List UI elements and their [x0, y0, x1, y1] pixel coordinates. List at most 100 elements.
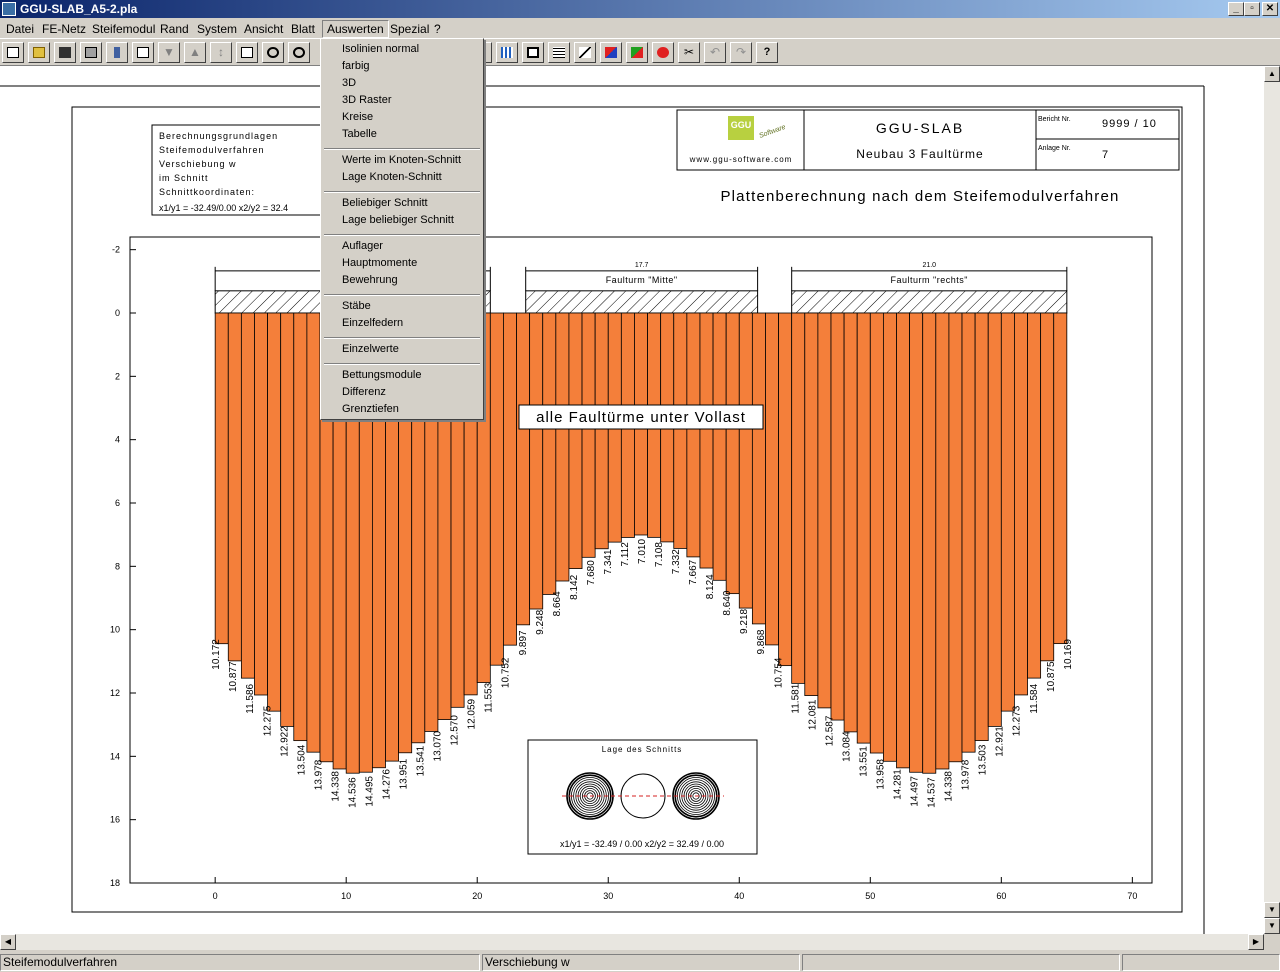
- menu-item-lage-beliebiger-schnitt[interactable]: Lage beliebiger Schnitt: [342, 213, 454, 228]
- grid-icon[interactable]: [548, 42, 570, 63]
- maximize-button[interactable]: ▫: [1244, 2, 1260, 16]
- tower-dimension: 21.0: [922, 262, 936, 269]
- displacement-bar: [974, 312, 989, 741]
- scroll-right-icon[interactable]: ▶: [1248, 934, 1264, 950]
- new-file-icon[interactable]: [2, 42, 24, 63]
- menu-item-bewehrung[interactable]: Bewehrung: [342, 273, 398, 288]
- menu-item-grenztiefen[interactable]: Grenztiefen: [342, 402, 399, 417]
- save-icon[interactable]: [54, 42, 76, 63]
- menu-item-3d-raster[interactable]: 3D Raster: [342, 93, 392, 108]
- value-label: 7.667: [688, 559, 699, 584]
- menu-help[interactable]: ?: [430, 21, 445, 37]
- page-zoom-icon[interactable]: [236, 42, 258, 63]
- horizontal-scrollbar[interactable]: ◀ ▶: [0, 934, 1264, 950]
- value-label: 9.248: [535, 609, 546, 634]
- x-tick-label: 40: [734, 891, 744, 901]
- menu-rand[interactable]: Rand: [156, 21, 193, 37]
- redo-icon[interactable]: ↷: [730, 42, 752, 63]
- drawing-canvas[interactable]: Berechnungsgrundlagen Steifemodulverfahr…: [0, 66, 1264, 934]
- y-tick-label: 4: [115, 435, 120, 445]
- vertical-scrollbar[interactable]: ▲ ▼ ▼: [1264, 66, 1280, 934]
- help-button[interactable]: ?: [756, 42, 778, 63]
- scroll-down-icon[interactable]: ▼: [1264, 902, 1280, 918]
- menu-item-hauptmomente[interactable]: Hauptmomente: [342, 256, 417, 271]
- tower-slab: [525, 290, 759, 314]
- menu-ansicht[interactable]: Ansicht: [240, 21, 287, 37]
- menu-item-bettungsmodule[interactable]: Bettungsmodule: [342, 368, 422, 383]
- page-icon[interactable]: [132, 42, 154, 63]
- menu-item-stäbe[interactable]: Stäbe: [342, 299, 371, 314]
- menu-item-beliebiger-schnitt[interactable]: Beliebiger Schnitt: [342, 196, 428, 211]
- value-label: 9.218: [739, 608, 750, 633]
- auswerten-menu: Isolinien normal farbig 3D 3D Raster Kreise T…: [320, 38, 484, 420]
- menu-item-differenz[interactable]: Differenz: [342, 385, 386, 400]
- y-tick-label: 16: [110, 815, 120, 825]
- menu-item-einzelwerte[interactable]: Einzelwerte: [342, 342, 399, 357]
- menu-item-3d[interactable]: 3D: [342, 76, 356, 91]
- menu-blatt[interactable]: Blatt: [287, 21, 319, 37]
- scroll-down-2-icon[interactable]: ▼: [1264, 918, 1280, 934]
- menu-system[interactable]: System: [193, 21, 241, 37]
- status-empty-2: [1122, 954, 1280, 971]
- y-tick-label: 18: [110, 878, 120, 888]
- menu-item-tabelle[interactable]: Tabelle: [342, 127, 377, 142]
- value-label: 12.922: [279, 726, 290, 757]
- menu-item-isolinien-normal[interactable]: Isolinien normal: [342, 42, 419, 57]
- pin-icon[interactable]: [106, 42, 128, 63]
- menu-auswerten[interactable]: Auswerten: [322, 20, 389, 38]
- displacement-bar: [254, 312, 268, 696]
- displacement-bar: [227, 312, 242, 662]
- displacement-bar: [489, 312, 504, 666]
- value-label: 12.570: [450, 715, 461, 746]
- value-label: 13.070: [433, 730, 444, 761]
- scroll-left-icon[interactable]: ◀: [0, 934, 16, 950]
- open-folder-icon[interactable]: [28, 42, 50, 63]
- menu-fe-netz[interactable]: FE-Netz: [38, 21, 90, 37]
- x-tick-label: 70: [1127, 891, 1137, 901]
- menu-item-einzelfedern[interactable]: Einzelfedern: [342, 316, 403, 331]
- value-label: 12.273: [1012, 705, 1023, 736]
- colored-shape-2-icon[interactable]: [626, 42, 648, 63]
- menu-spezial[interactable]: Spezial: [386, 21, 433, 37]
- menu-item-kreise[interactable]: Kreise: [342, 110, 373, 125]
- table-icon[interactable]: [496, 42, 518, 63]
- value-label: 7.332: [671, 549, 682, 574]
- value-label: 12.275: [262, 705, 273, 736]
- y-tick-label: 14: [110, 751, 120, 761]
- scroll-up-icon[interactable]: ▲: [1264, 66, 1280, 82]
- section-inset: Lage des Schnitts x1/y1 = -32.49 / 0.00 …: [527, 739, 758, 855]
- value-label: 13.958: [875, 759, 886, 790]
- zoom-in-icon[interactable]: [288, 42, 310, 63]
- menu-item-werte-im-knoten-schnitt[interactable]: Werte im Knoten-Schnitt: [342, 153, 461, 168]
- menu-item-auflager[interactable]: Auflager: [342, 239, 383, 254]
- displacement-bar: [922, 312, 937, 774]
- displacement-bar: [751, 312, 766, 625]
- inset-title: Lage des Schnitts: [602, 745, 683, 754]
- undo-icon[interactable]: ↶: [704, 42, 726, 63]
- displacement-bar: [843, 312, 858, 733]
- arrow-up-icon[interactable]: ▲: [184, 42, 206, 63]
- menu-datei[interactable]: Datei: [2, 21, 38, 37]
- x-tick-label: 50: [865, 891, 875, 901]
- value-label: 7.108: [654, 542, 665, 567]
- menu-steifemodul[interactable]: Steifemodul: [88, 21, 159, 37]
- print-icon[interactable]: [80, 42, 102, 63]
- line-icon[interactable]: [574, 42, 596, 63]
- colored-shape-icon[interactable]: [600, 42, 622, 63]
- info-line-2: Steifemodulverfahren: [159, 145, 265, 155]
- red-circle-icon[interactable]: [652, 42, 674, 63]
- minimize-button[interactable]: _: [1228, 2, 1244, 16]
- displacement-bar: [1027, 312, 1042, 679]
- drawing-sheet: Berechnungsgrundlagen Steifemodulverfahr…: [0, 85, 1205, 934]
- scissors-icon[interactable]: ✂: [678, 42, 700, 63]
- close-button[interactable]: ✕: [1262, 2, 1278, 16]
- menu-separator: [324, 234, 480, 236]
- menu-item-farbig[interactable]: farbig: [342, 59, 370, 74]
- arrow-updown-icon[interactable]: ↕: [210, 42, 232, 63]
- menu-item-lage-knoten-schnitt[interactable]: Lage Knoten-Schnitt: [342, 170, 442, 185]
- zoom-out-icon[interactable]: [262, 42, 284, 63]
- window-icon[interactable]: [522, 42, 544, 63]
- arrow-down-icon[interactable]: ▼: [158, 42, 180, 63]
- bericht-label: Bericht Nr.: [1038, 116, 1071, 123]
- y-tick-label: -2: [112, 245, 120, 255]
